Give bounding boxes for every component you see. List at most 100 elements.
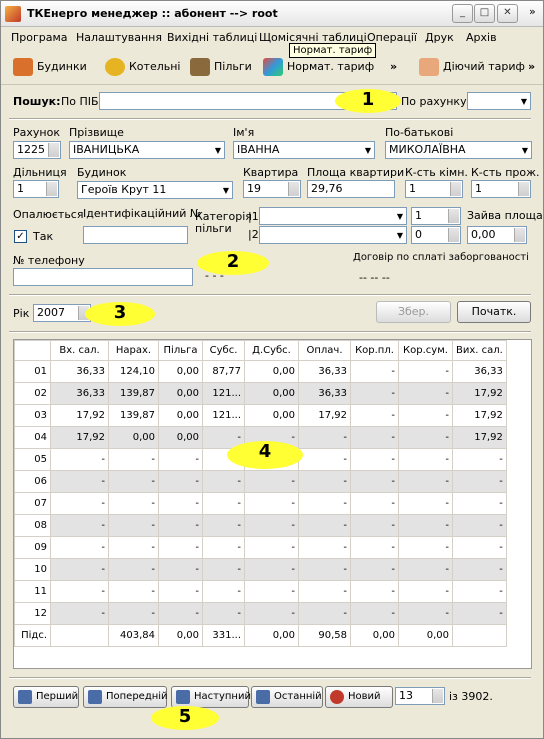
district-stepper[interactable]: 1 xyxy=(13,180,59,198)
table-cell[interactable]: - xyxy=(398,382,453,405)
heated-checkbox[interactable]: ✓ xyxy=(14,230,27,243)
row-label[interactable]: 06 xyxy=(14,470,51,493)
table-cell[interactable]: - xyxy=(452,558,507,581)
table-cell[interactable]: - xyxy=(50,514,109,537)
table-cell[interactable]: 87,77 xyxy=(202,360,245,383)
column-header[interactable]: Пільга xyxy=(158,340,203,361)
table-cell[interactable]: 0,00 xyxy=(158,426,203,449)
table-cell[interactable]: - xyxy=(108,492,159,515)
table-row[interactable]: 08- - - - - - - - - xyxy=(14,514,507,537)
table-cell[interactable]: - xyxy=(398,404,453,427)
table-row[interactable]: 06- - - - - - - - - xyxy=(14,470,507,493)
table-cell[interactable]: - xyxy=(350,382,399,405)
table-cell[interactable]: 0,00 xyxy=(158,360,203,383)
table-cell[interactable]: - xyxy=(398,492,453,515)
toolbar-more-2[interactable]: » xyxy=(528,57,535,79)
search-account-select[interactable] xyxy=(467,92,531,110)
table-cell[interactable]: - xyxy=(244,536,299,559)
table-cell[interactable]: - xyxy=(398,448,453,471)
row-label[interactable]: 12 xyxy=(14,602,51,625)
new-record-button[interactable]: Новий xyxy=(325,686,393,708)
toolbar-more[interactable]: » xyxy=(390,57,397,79)
table-cell[interactable]: 17,92 xyxy=(298,404,351,427)
table-cell[interactable]: - xyxy=(350,448,399,471)
table-cell[interactable]: - xyxy=(202,536,245,559)
table-cell[interactable]: - xyxy=(350,514,399,537)
column-header[interactable]: Субс. xyxy=(202,340,245,361)
table-cell[interactable]: 121... xyxy=(202,404,245,427)
table-cell[interactable]: 121... xyxy=(202,382,245,405)
table-cell[interactable]: - xyxy=(158,470,203,493)
table-cell[interactable]: - xyxy=(244,580,299,603)
table-cell[interactable]: 17,92 xyxy=(452,382,507,405)
table-cell[interactable]: 0,00 xyxy=(108,426,159,449)
row-label[interactable]: 01 xyxy=(14,360,51,383)
column-header[interactable] xyxy=(14,340,51,361)
minimize-icon[interactable]: _ xyxy=(452,4,473,23)
table-cell[interactable]: - xyxy=(298,514,351,537)
table-cell[interactable]: - xyxy=(50,470,109,493)
column-header[interactable]: Оплач. xyxy=(298,340,351,361)
phone-field[interactable] xyxy=(13,268,193,286)
table-cell[interactable]: - xyxy=(350,470,399,493)
extra-area-stepper[interactable]: 0,00 xyxy=(467,226,527,244)
column-header[interactable]: Вих. сал. xyxy=(452,340,507,361)
menu-print[interactable]: Друк xyxy=(425,31,454,44)
table-cell[interactable]: - xyxy=(398,514,453,537)
next-record-button[interactable]: Наступний xyxy=(171,686,251,708)
row-label[interactable]: 11 xyxy=(14,580,51,603)
table-cell[interactable]: - xyxy=(350,426,399,449)
table-cell[interactable]: - xyxy=(350,492,399,515)
row-label[interactable]: 03 xyxy=(14,404,51,427)
table-cell[interactable]: - xyxy=(50,558,109,581)
current-tariff-button[interactable]: Діючий тариф xyxy=(419,57,525,79)
row-label[interactable]: 02 xyxy=(14,382,51,405)
name-select[interactable]: ІВАННА xyxy=(233,141,375,159)
table-cell[interactable]: 36,33 xyxy=(298,382,351,405)
menu-settings[interactable]: Налаштування xyxy=(76,31,162,44)
previous-record-button[interactable]: Попередній xyxy=(83,686,168,708)
apartment-stepper[interactable]: 19 xyxy=(243,180,301,198)
table-cell[interactable]: - xyxy=(244,514,299,537)
table-cell[interactable]: - xyxy=(108,558,159,581)
column-header[interactable]: Нарах. xyxy=(108,340,159,361)
table-cell[interactable]: - xyxy=(202,580,245,603)
row-label[interactable]: 07 xyxy=(14,492,51,515)
menu-program[interactable]: Програма xyxy=(11,31,68,44)
buildings-button[interactable]: Будинки xyxy=(13,57,87,79)
column-header[interactable]: Кор.сум. xyxy=(398,340,453,361)
table-cell[interactable]: - xyxy=(452,580,507,603)
residents-stepper[interactable]: 1 xyxy=(471,180,531,198)
year-stepper[interactable]: 2007 xyxy=(33,304,91,322)
table-cell[interactable]: - xyxy=(398,360,453,383)
table-cell[interactable]: - xyxy=(298,602,351,625)
id-field[interactable] xyxy=(83,226,188,244)
table-cell[interactable]: 0,00 xyxy=(244,624,299,647)
record-number-stepper[interactable]: 13 xyxy=(395,687,445,705)
table-cell[interactable]: - xyxy=(244,602,299,625)
patronymic-select[interactable]: МИКОЛАЇВНА xyxy=(385,141,532,159)
table-cell[interactable]: 36,33 xyxy=(452,360,507,383)
table-cell[interactable]: - xyxy=(298,536,351,559)
table-cell[interactable]: - xyxy=(452,536,507,559)
table-row[interactable]: 12- - - - - - - - - xyxy=(14,602,507,625)
more-chevron-icon[interactable]: » xyxy=(529,5,536,18)
table-cell[interactable]: - xyxy=(298,448,351,471)
table-row[interactable]: 07- - - - - - - - - xyxy=(14,492,507,515)
table-cell[interactable]: - xyxy=(50,602,109,625)
table-cell[interactable]: - xyxy=(350,580,399,603)
table-cell[interactable]: - xyxy=(298,580,351,603)
column-header[interactable]: Кор.пл. xyxy=(350,340,399,361)
last-record-button[interactable]: Останній xyxy=(251,686,323,708)
row-label[interactable]: 04 xyxy=(14,426,51,449)
table-cell[interactable]: - xyxy=(202,514,245,537)
row-label[interactable]: 08 xyxy=(14,514,51,537)
table-row[interactable]: Підс. 403,84 0,00 331... 0,00 90,58 0,00 0,00 xyxy=(14,624,507,647)
table-cell[interactable]: 17,92 xyxy=(452,426,507,449)
table-cell[interactable]: - xyxy=(350,558,399,581)
row-label[interactable]: 09 xyxy=(14,536,51,559)
table-cell[interactable]: - xyxy=(108,470,159,493)
table-cell[interactable]: - xyxy=(158,536,203,559)
table-cell[interactable]: - xyxy=(452,448,507,471)
benefits-button[interactable]: Пільги xyxy=(190,57,252,79)
